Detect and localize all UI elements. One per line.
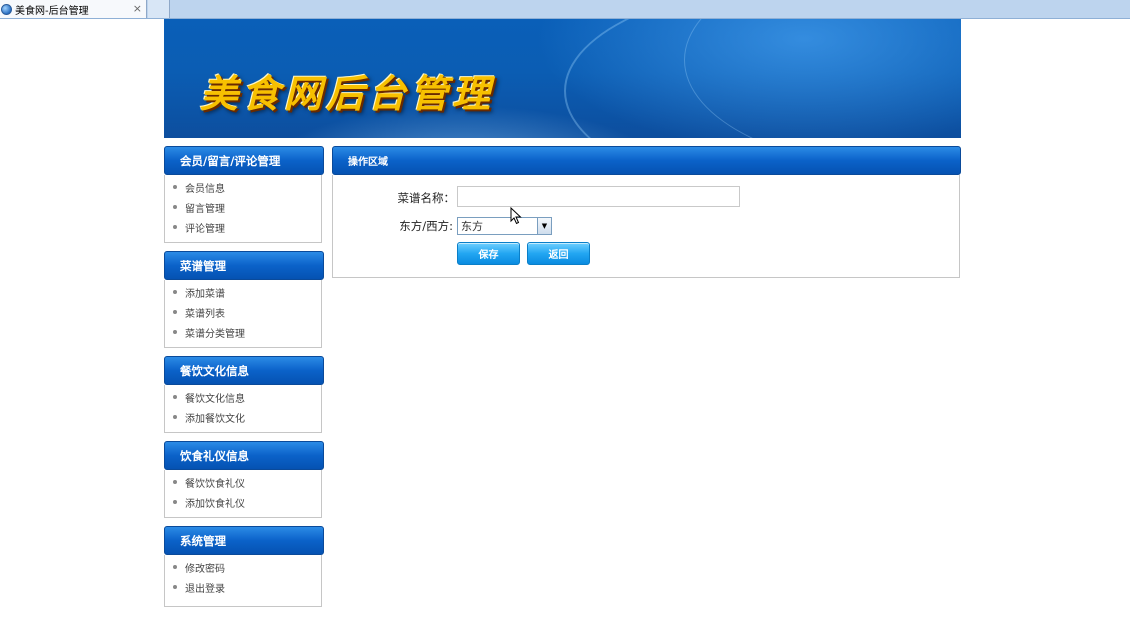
sidebar-section-body: 餐饮文化信息 添加餐饮文化 [164,385,322,433]
sidebar-section-body: 会员信息 留言管理 评论管理 [164,175,322,243]
sidebar-section-title[interactable]: 系统管理 [164,526,324,555]
cuisine-type-select[interactable]: 东方 ▼ [457,217,552,235]
save-button[interactable]: 保存 [457,242,520,265]
recipe-form: 菜谱名称： 东方/西方: 东方 ▼ 保存 返回 [332,175,960,278]
sidebar-section-recipes: 菜谱管理 添加菜谱 菜谱列表 菜谱分类管理 [164,251,324,348]
sidebar-item-etiquette-info[interactable]: 餐饮饮食礼仪 [165,472,321,492]
bullet-icon [173,225,177,229]
bullet-icon [173,330,177,334]
sidebar-item-label: 会员信息 [185,183,225,195]
recipe-name-label: 菜谱名称： [397,191,456,205]
sidebar-item-label: 餐饮饮食礼仪 [185,478,245,490]
sidebar-item-recipe-list[interactable]: 菜谱列表 [165,302,321,322]
sidebar-item-add-culture[interactable]: 添加餐饮文化 [165,407,321,427]
sidebar-item-label: 评论管理 [185,223,225,235]
sidebar-section-body: 餐饮饮食礼仪 添加饮食礼仪 [164,470,322,518]
browser-tab[interactable]: 美食网-后台管理 × [0,0,147,18]
sidebar-section-members: 会员/留言/评论管理 会员信息 留言管理 评论管理 [164,146,324,243]
bullet-icon [173,565,177,569]
bullet-icon [173,500,177,504]
sidebar-section-etiquette: 饮食礼仪信息 餐饮饮食礼仪 添加饮食礼仪 [164,441,324,518]
mouse-cursor-icon [510,207,522,225]
sidebar-item-add-etiquette[interactable]: 添加饮食礼仪 [165,492,321,512]
browser-tab-strip: 美食网-后台管理 × [0,0,1130,19]
new-tab-button[interactable] [148,0,170,18]
sidebar-item-label: 退出登录 [185,583,225,595]
banner-decoration [684,19,961,138]
bullet-icon [173,290,177,294]
sidebar-section-title[interactable]: 会员/留言/评论管理 [164,146,324,175]
sidebar-item-label: 留言管理 [185,203,225,215]
bullet-icon [173,395,177,399]
sidebar-section-culture: 餐饮文化信息 餐饮文化信息 添加餐饮文化 [164,356,324,433]
sidebar-item-culture-info[interactable]: 餐饮文化信息 [165,387,321,407]
sidebar-section-title[interactable]: 饮食礼仪信息 [164,441,324,470]
sidebar-item-logout[interactable]: 退出登录 [165,577,321,597]
sidebar-item-label: 添加饮食礼仪 [185,498,245,510]
close-icon[interactable]: × [133,2,142,15]
sidebar-section-title[interactable]: 菜谱管理 [164,251,324,280]
sidebar-item-member-info[interactable]: 会员信息 [165,177,321,197]
header-banner: 美食网后台管理 [164,19,961,138]
bullet-icon [173,185,177,189]
sidebar-item-label: 菜谱列表 [185,308,225,320]
browser-tab-title: 美食网-后台管理 [15,5,89,17]
sidebar-item-recipe-category[interactable]: 菜谱分类管理 [165,322,321,342]
recipe-name-input[interactable] [457,186,740,207]
sidebar-item-message-manage[interactable]: 留言管理 [165,197,321,217]
sidebar-section-body: 修改密码 退出登录 [164,555,322,607]
sidebar-item-comment-manage[interactable]: 评论管理 [165,217,321,237]
sidebar-item-label: 添加菜谱 [185,288,225,300]
sidebar-item-label: 餐饮文化信息 [185,393,245,405]
bullet-icon [173,585,177,589]
banner-title: 美食网后台管理 [200,71,495,116]
sidebar-section-body: 添加菜谱 菜谱列表 菜谱分类管理 [164,280,322,348]
sidebar-item-change-password[interactable]: 修改密码 [165,557,321,577]
bullet-icon [173,310,177,314]
sidebar-section-title[interactable]: 餐饮文化信息 [164,356,324,385]
cuisine-type-selected: 东方 [461,220,483,233]
bullet-icon [173,205,177,209]
sidebar-item-label: 修改密码 [185,563,225,575]
sidebar-item-label: 菜谱分类管理 [185,328,245,340]
sidebar: 会员/留言/评论管理 会员信息 留言管理 评论管理 菜谱管理 添加菜谱 菜谱列表… [164,146,324,607]
sidebar-section-system: 系统管理 修改密码 退出登录 [164,526,324,607]
bullet-icon [173,415,177,419]
operation-panel: 操作区域 菜谱名称： 东方/西方: 东方 ▼ 保存 返回 [332,146,961,278]
globe-icon [1,3,12,15]
back-button[interactable]: 返回 [527,242,590,265]
panel-title: 操作区域 [332,146,961,175]
dropdown-arrow-icon[interactable]: ▼ [537,218,551,234]
sidebar-item-add-recipe[interactable]: 添加菜谱 [165,282,321,302]
bullet-icon [173,480,177,484]
sidebar-item-label: 添加餐饮文化 [185,413,245,425]
cuisine-type-label: 东方/西方: [399,219,453,233]
